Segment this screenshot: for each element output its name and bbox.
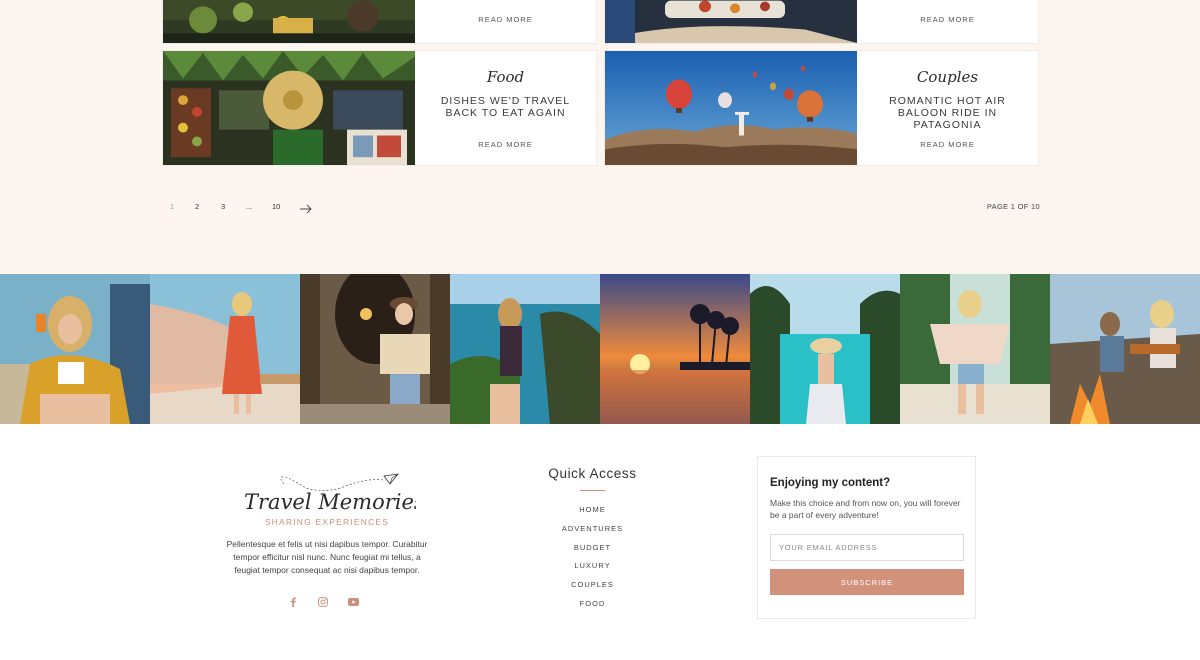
newsletter-text: Make this choice and from now on, you wi… [770, 498, 961, 520]
post-thumbnail[interactable] [163, 0, 415, 43]
svg-text:Travel Memories: Travel Memories [244, 490, 416, 514]
instagram-photo[interactable] [450, 274, 600, 424]
read-more-link[interactable]: READ MORE [857, 15, 1038, 24]
subscribe-button[interactable]: SUBSCRIBE [770, 569, 964, 595]
newsletter-box: Enjoying my content? Make this choice an… [757, 456, 976, 619]
divider [580, 490, 605, 491]
quick-access-menu: HOME ADVENTURES BUDGET LUXURY COUPLES FO… [520, 505, 665, 618]
post-card[interactable]: READ MORE [162, 0, 597, 44]
instagram-feed [0, 274, 1200, 424]
email-field[interactable] [770, 534, 964, 561]
post-card[interactable]: READ MORE [604, 0, 1039, 44]
post-thumbnail[interactable] [605, 0, 857, 43]
facebook-icon[interactable] [287, 596, 299, 608]
instagram-photo[interactable] [0, 274, 150, 424]
post-body: Food DISHES WE'D TRAVEL BACK TO EAT AGAI… [415, 51, 596, 165]
menu-item-home[interactable]: HOME [520, 505, 665, 524]
social-links [287, 596, 359, 608]
instagram-photo[interactable] [600, 274, 750, 424]
post-thumbnail[interactable] [605, 51, 857, 165]
post-body: Couples ROMANTIC HOT AIR BALOON RIDE IN … [857, 51, 1038, 165]
menu-item-food[interactable]: FOOD [520, 599, 665, 618]
read-more-link[interactable]: READ MORE [857, 140, 1038, 149]
page-link[interactable]: 2 [195, 202, 199, 211]
instagram-photo[interactable] [150, 274, 300, 424]
post-body: READ MORE [415, 0, 596, 43]
post-category[interactable]: Couples [857, 68, 1038, 86]
post-title[interactable]: ROMANTIC HOT AIR BALOON RIDE IN PATAGONI… [867, 95, 1028, 131]
footer: Travel Memories SHARING EXPERIENCES Pell… [0, 424, 1200, 660]
menu-item-budget[interactable]: BUDGET [520, 543, 665, 562]
post-category[interactable]: Food [415, 68, 596, 86]
instagram-photo[interactable] [750, 274, 900, 424]
page-link[interactable]: 3 [221, 202, 225, 211]
page-ellipsis: ... [246, 202, 253, 211]
site-logo[interactable]: Travel Memories [236, 472, 425, 518]
instagram-icon[interactable] [317, 596, 329, 608]
post-card[interactable]: Food DISHES WE'D TRAVEL BACK TO EAT AGAI… [162, 50, 597, 166]
instagram-photo[interactable] [1050, 274, 1200, 424]
brand-tagline: SHARING EXPERIENCES [264, 517, 390, 527]
newsletter-title: Enjoying my content? [770, 477, 891, 489]
arrow-right-icon[interactable] [300, 201, 312, 219]
blog-section: READ MORE READ MORE Food DISHES WE'D TRA… [0, 0, 1200, 274]
instagram-photo[interactable] [900, 274, 1050, 424]
post-card[interactable]: Couples ROMANTIC HOT AIR BALOON RIDE IN … [604, 50, 1039, 166]
menu-item-adventures[interactable]: ADVENTURES [520, 524, 665, 543]
menu-item-couples[interactable]: COUPLES [520, 580, 665, 599]
read-more-link[interactable]: READ MORE [415, 140, 596, 149]
page-link[interactable]: 10 [272, 202, 280, 211]
page-link-current[interactable]: 1 [170, 202, 174, 211]
post-title[interactable]: DISHES WE'D TRAVEL BACK TO EAT AGAIN [425, 95, 586, 119]
post-body: READ MORE [857, 0, 1038, 43]
page-status: PAGE 1 OF 10 [986, 202, 1040, 211]
post-thumbnail[interactable] [163, 51, 415, 165]
read-more-link[interactable]: READ MORE [415, 15, 596, 24]
about-text: Pellentesque et felis ut nisi dapibus te… [226, 539, 428, 575]
quick-access-title: Quick Access [548, 466, 637, 481]
youtube-icon[interactable] [347, 596, 359, 608]
instagram-photo[interactable] [300, 274, 450, 424]
menu-item-luxury[interactable]: LUXURY [520, 561, 665, 580]
